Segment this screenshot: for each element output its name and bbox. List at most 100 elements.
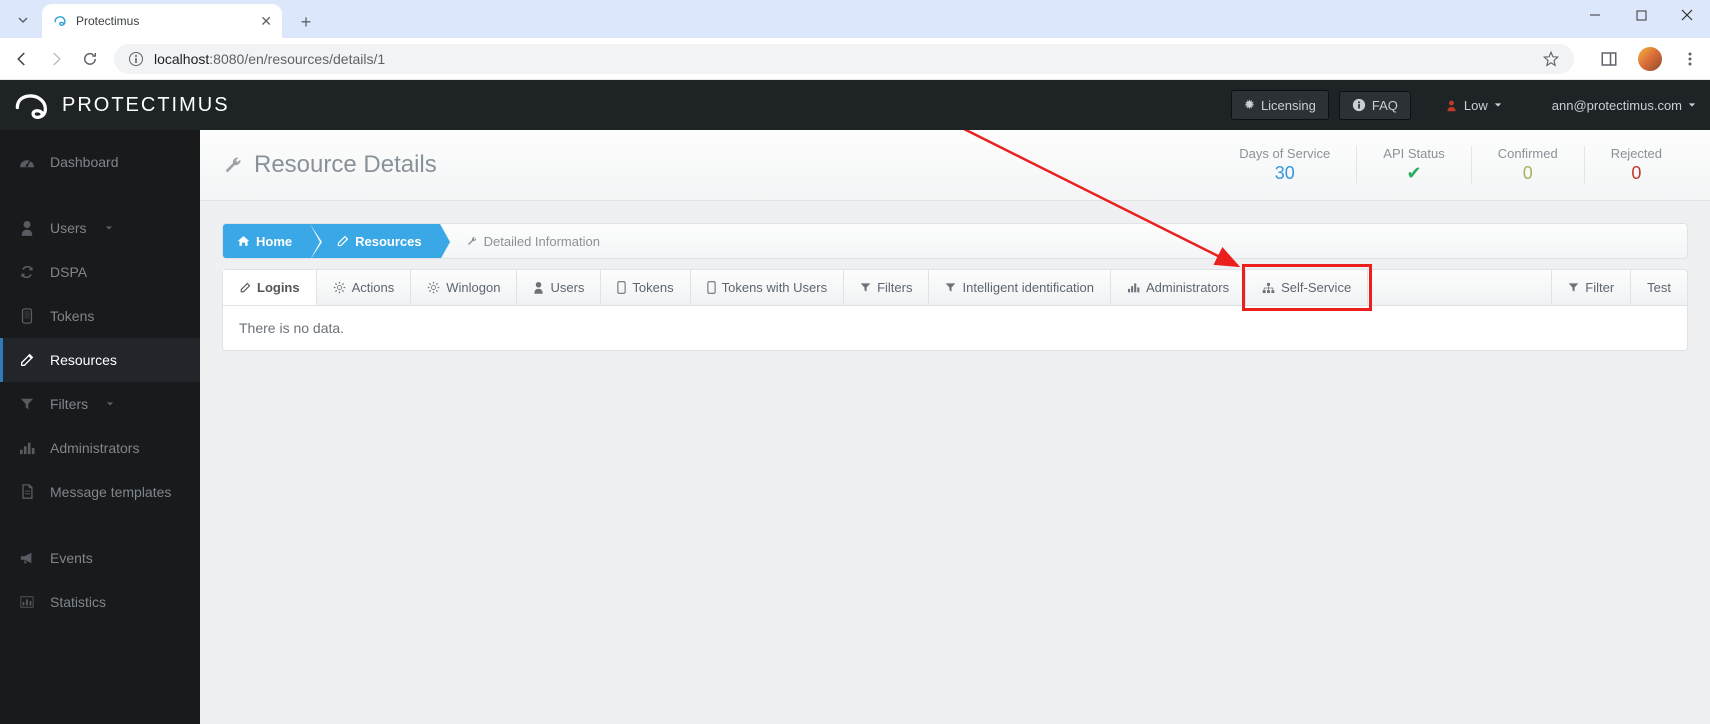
- tab-search-button[interactable]: [10, 8, 36, 32]
- page-header: Resource Details Days of Service 30 API …: [200, 130, 1710, 201]
- wrench-icon: [466, 235, 478, 247]
- chevron-down-icon: [106, 400, 114, 408]
- user-icon: [18, 220, 36, 236]
- chrome-menu-icon[interactable]: [1682, 51, 1698, 67]
- tab-self-service[interactable]: Self-Service: [1246, 270, 1368, 305]
- sidebar-label: Events: [50, 550, 93, 566]
- tab-intelligent-identification[interactable]: Intelligent identification: [929, 270, 1111, 305]
- browser-tab[interactable]: Protectimus ✕: [42, 4, 282, 38]
- device-icon: [617, 281, 626, 294]
- sidebar-label: Statistics: [50, 594, 106, 610]
- content-tabs: Logins Actions Winlogon Users: [222, 269, 1688, 306]
- sidebar-label: Filters: [50, 396, 88, 412]
- licensing-label: Licensing: [1261, 98, 1316, 113]
- tab-tokens[interactable]: Tokens: [601, 270, 690, 305]
- brand-text: PROTECTIMUS: [62, 94, 230, 117]
- sidebar-item-tokens[interactable]: Tokens: [0, 294, 200, 338]
- site-info-icon[interactable]: [128, 51, 144, 67]
- sidebar-label: DSPA: [50, 264, 87, 280]
- device-icon: [18, 308, 36, 324]
- breadcrumb: Home Resources Detailed Information: [222, 223, 1688, 259]
- tab-logins[interactable]: Logins: [223, 270, 317, 305]
- user-email-label: ann@protectimus.com: [1552, 98, 1682, 113]
- tab-title: Protectimus: [76, 14, 139, 28]
- chevron-down-icon: [105, 224, 113, 232]
- sidebar-label: Users: [50, 220, 87, 236]
- chevron-down-icon: [1688, 101, 1696, 109]
- sidebar-item-statistics[interactable]: Statistics: [0, 580, 200, 624]
- tab-users[interactable]: Users: [517, 270, 601, 305]
- licensing-button[interactable]: ✹ Licensing: [1231, 90, 1329, 120]
- sidebar-item-administrators[interactable]: Administrators: [0, 426, 200, 470]
- breadcrumb-resources[interactable]: Resources: [310, 224, 439, 258]
- check-icon: ✔: [1383, 163, 1444, 184]
- filter-icon: [18, 397, 36, 411]
- bookmark-star-icon[interactable]: [1542, 50, 1560, 68]
- forward-button[interactable]: [46, 49, 66, 69]
- minimize-button[interactable]: [1572, 0, 1618, 30]
- device-icon: [707, 281, 716, 294]
- sync-icon: [18, 265, 36, 279]
- status-label: Low: [1464, 98, 1488, 113]
- back-button[interactable]: [12, 49, 32, 69]
- stat-rejected: Rejected 0: [1584, 146, 1688, 184]
- browser-toolbar: localhost:8080/en/resources/details/1: [0, 38, 1710, 80]
- stat-confirmed: Confirmed 0: [1471, 146, 1584, 184]
- user-icon: [533, 281, 544, 294]
- favicon-icon: [52, 13, 68, 29]
- edit-icon: [239, 282, 251, 294]
- sidebar-item-events[interactable]: Events: [0, 536, 200, 580]
- page-title: Resource Details: [222, 151, 437, 179]
- gear-icon: [333, 281, 346, 294]
- breadcrumb-detail: Detailed Information: [440, 224, 618, 258]
- new-tab-button[interactable]: +: [292, 8, 320, 36]
- user-status-icon: [1445, 99, 1458, 112]
- edit-icon: [336, 235, 349, 248]
- app-topnav: PROTECTIMUS ✹ Licensing FAQ Low an: [0, 80, 1710, 130]
- browser-titlebar: Protectimus ✕ +: [0, 0, 1710, 38]
- breadcrumb-home[interactable]: Home: [223, 224, 310, 258]
- megaphone-icon: [18, 551, 36, 565]
- tab-tokens-with-users[interactable]: Tokens with Users: [691, 270, 844, 305]
- stat-api: API Status ✔: [1356, 146, 1470, 184]
- sidebar-item-resources[interactable]: Resources: [0, 338, 200, 382]
- document-icon: [18, 484, 36, 500]
- sidebar-item-users[interactable]: Users: [0, 206, 200, 250]
- user-menu[interactable]: ann@protectimus.com: [1552, 98, 1696, 113]
- tab-filters[interactable]: Filters: [844, 270, 929, 305]
- side-panel-icon[interactable]: [1600, 50, 1618, 68]
- maximize-button[interactable]: [1618, 0, 1664, 30]
- sidebar-label: Dashboard: [50, 154, 119, 170]
- faq-label: FAQ: [1372, 98, 1398, 113]
- address-bar[interactable]: localhost:8080/en/resources/details/1: [114, 44, 1574, 74]
- filter-icon: [1568, 282, 1579, 293]
- profile-avatar[interactable]: [1638, 47, 1662, 71]
- tab-winlogon[interactable]: Winlogon: [411, 270, 517, 305]
- sidebar-item-dspa[interactable]: DSPA: [0, 250, 200, 294]
- empty-state-text: There is no data.: [239, 320, 344, 336]
- edit-icon: [18, 352, 36, 368]
- sidebar-label: Tokens: [50, 308, 94, 324]
- tab-actions[interactable]: Actions: [317, 270, 412, 305]
- tab-filter[interactable]: Filter: [1551, 270, 1631, 305]
- reload-button[interactable]: [80, 49, 100, 69]
- faq-button[interactable]: FAQ: [1339, 91, 1411, 120]
- close-window-button[interactable]: [1664, 0, 1710, 30]
- sidebar-item-message-templates[interactable]: Message templates: [0, 470, 200, 514]
- tab-close-button[interactable]: ✕: [260, 13, 272, 30]
- tab-test[interactable]: Test: [1631, 270, 1687, 305]
- brand-logo[interactable]: PROTECTIMUS: [0, 91, 230, 119]
- filter-icon: [860, 282, 871, 293]
- sidebar-item-dashboard[interactable]: Dashboard: [0, 140, 200, 184]
- status-indicator[interactable]: Low: [1445, 98, 1502, 113]
- sitemap-icon: [1262, 282, 1275, 294]
- url-text: localhost:8080/en/resources/details/1: [154, 51, 385, 67]
- tab-administrators[interactable]: Administrators: [1111, 270, 1246, 305]
- main-content: Resource Details Days of Service 30 API …: [200, 130, 1710, 724]
- sidebar-label: Administrators: [50, 440, 139, 456]
- sun-icon: ✹: [1244, 97, 1255, 113]
- home-icon: [237, 235, 250, 247]
- wrench-icon: [222, 154, 244, 176]
- sidebar-item-filters[interactable]: Filters: [0, 382, 200, 426]
- gear-icon: [427, 281, 440, 294]
